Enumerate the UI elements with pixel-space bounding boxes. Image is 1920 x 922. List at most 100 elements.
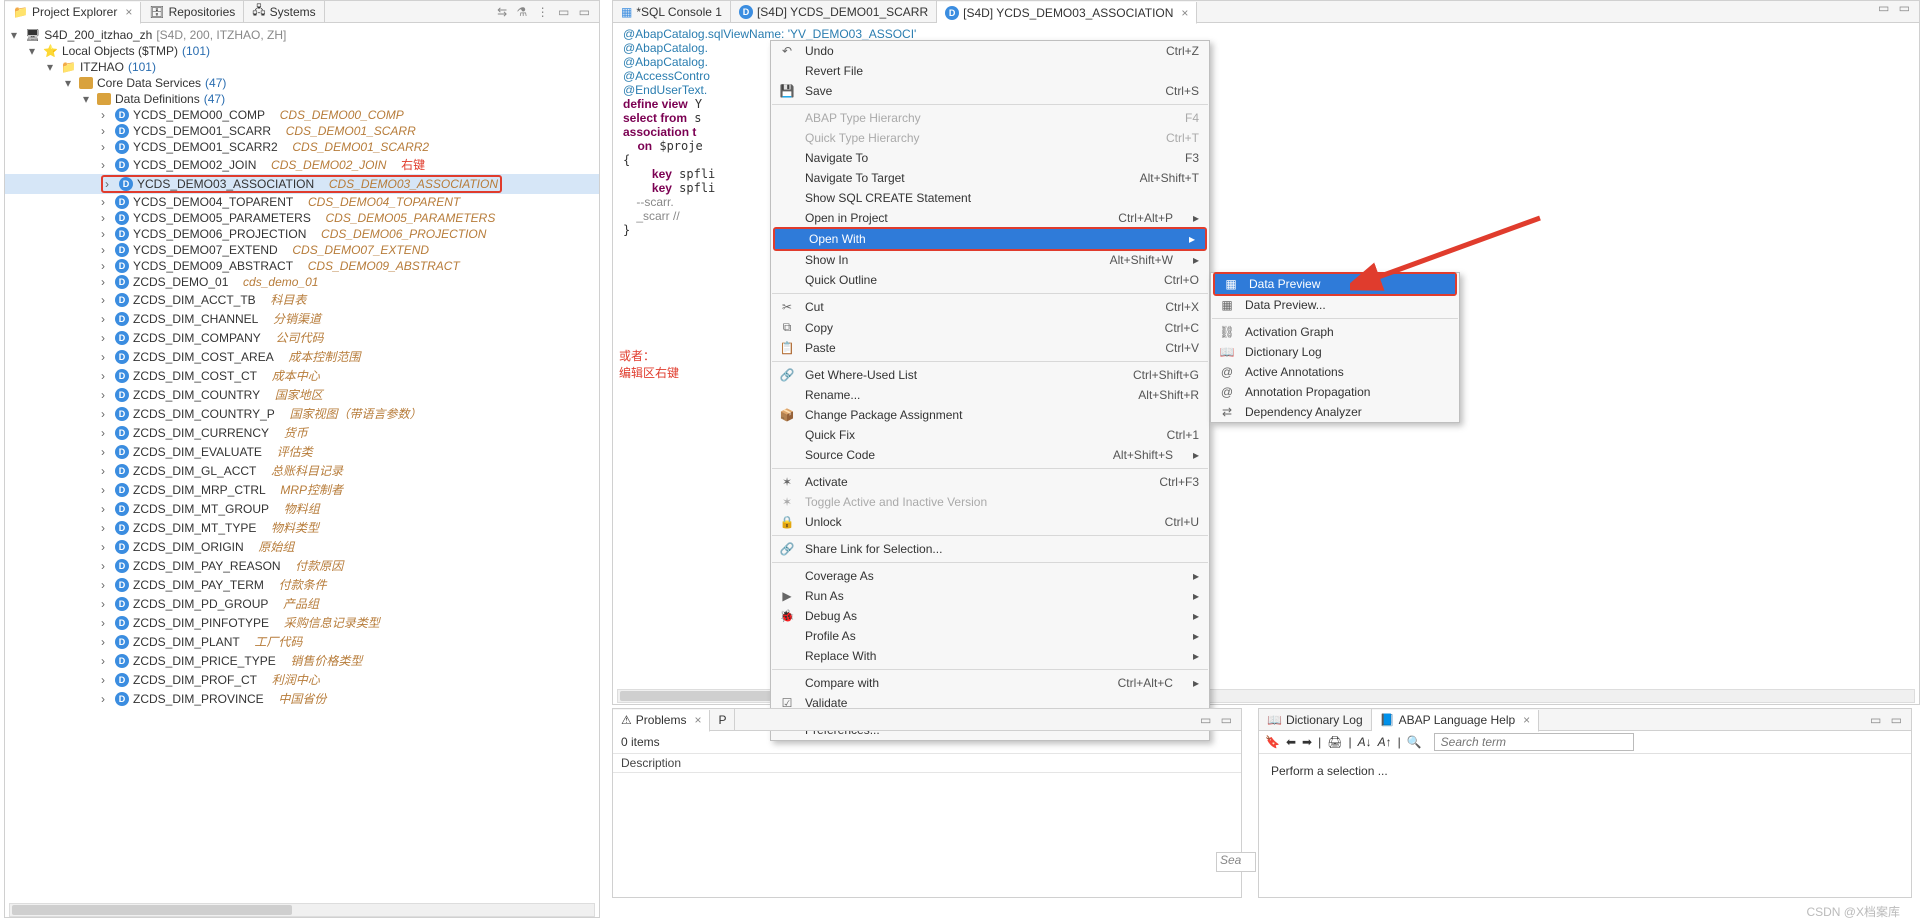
tree-row[interactable]: ›DYCDS_DEMO07_EXTEND CDS_DEMO07_EXTEND (5, 242, 599, 258)
ctx-item[interactable]: Revert File (771, 61, 1209, 81)
tree-row[interactable]: ▾🖥S4D_200_itzhao_zh [S4D, 200, ITZHAO, Z… (5, 27, 599, 43)
ctx-item[interactable]: ▶Run As▸ (771, 586, 1209, 606)
ctx-item[interactable]: Quick OutlineCtrl+O (771, 270, 1209, 290)
tab-p[interactable]: P (710, 709, 735, 731)
tree-row[interactable]: ›DZCDS_DIM_COMPANY 公司代码 (5, 328, 599, 347)
tree-row[interactable]: ▾⭐Local Objects ($TMP) (101) (5, 43, 599, 59)
font-smaller-icon[interactable]: A↓ (1358, 735, 1372, 749)
ctx-item[interactable]: Coverage As▸ (771, 566, 1209, 586)
problems-toolbar[interactable]: ▭ ▭ (1194, 713, 1241, 727)
tab-problems[interactable]: ⚠Problems× (613, 710, 710, 732)
ctx-item[interactable]: Quick FixCtrl+1 (771, 425, 1209, 445)
submenu-item[interactable]: ⇄Dependency Analyzer (1211, 402, 1459, 422)
tree-row[interactable]: ›DZCDS_DIM_MRP_CTRL MRP控制者 (5, 480, 599, 499)
ctx-item[interactable]: 🔒UnlockCtrl+U (771, 512, 1209, 532)
close-icon[interactable]: × (125, 5, 132, 19)
tree-row[interactable]: ›DZCDS_DIM_EVALUATE 评估类 (5, 442, 599, 461)
tree-row[interactable]: ▾📁ITZHAO (101) (5, 59, 599, 75)
ctx-item[interactable]: Rename...Alt+Shift+R (771, 385, 1209, 405)
tab-dictionary-log[interactable]: 📖Dictionary Log (1259, 709, 1372, 731)
ctx-item[interactable]: Show SQL CREATE Statement (771, 188, 1209, 208)
ctx-item[interactable]: ✶ActivateCtrl+F3 (771, 472, 1209, 492)
tree-row[interactable]: ›DZCDS_DIM_PD_GROUP 产品组 (5, 594, 599, 613)
submenu-item[interactable]: 📖Dictionary Log (1211, 342, 1459, 362)
tree-row[interactable]: ›DZCDS_DIM_COST_AREA 成本控制范围 (5, 347, 599, 366)
tree-row[interactable]: ›DZCDS_DIM_ORIGIN 原始组 (5, 537, 599, 556)
tab-abap-help[interactable]: 📘ABAP Language Help× (1372, 710, 1540, 732)
explorer-toolbar[interactable]: ⇆ ⚗ ⋮ ▭ ▭ (491, 5, 599, 19)
tree-row[interactable]: ›DYCDS_DEMO04_TOPARENT CDS_DEMO04_TOPARE… (5, 194, 599, 210)
help-toolbar[interactable]: ▭ ▭ (1864, 713, 1911, 727)
close-icon[interactable]: × (1523, 713, 1530, 727)
ctx-item[interactable]: Source CodeAlt+Shift+S▸ (771, 445, 1209, 465)
tree-row[interactable]: ›DZCDS_DIM_GL_ACCT 总账科目记录 (5, 461, 599, 480)
ctx-item[interactable]: Navigate ToF3 (771, 148, 1209, 168)
ctx-item[interactable]: Profile As▸ (771, 626, 1209, 646)
print-icon[interactable]: 🖨 (1327, 735, 1342, 749)
ctx-item[interactable]: Open in ProjectCtrl+Alt+P▸ (771, 208, 1209, 228)
tree-row[interactable]: ▾Data Definitions (47) (5, 91, 599, 107)
close-icon[interactable]: × (694, 713, 701, 727)
tree-row[interactable]: ›DZCDS_DIM_PROF_CT 利润中心 (5, 670, 599, 689)
tree-row[interactable]: ›DZCDS_DEMO_01 cds_demo_01 (5, 274, 599, 290)
tab-systems[interactable]: 🖧Systems (244, 1, 324, 23)
problems-column-header[interactable]: Description (613, 753, 1241, 773)
tree-row[interactable]: ›DYCDS_DEMO03_ASSOCIATION CDS_DEMO03_ASS… (5, 174, 599, 194)
submenu-item[interactable]: @Active Annotations (1211, 362, 1459, 382)
editor-toolbar[interactable]: ▭ ▭ (1872, 1, 1919, 22)
scrollbar-horizontal[interactable] (9, 903, 595, 917)
ctx-item[interactable]: ✂CutCtrl+X (771, 297, 1209, 317)
ctx-item[interactable]: 🔗Share Link for Selection... (771, 539, 1209, 559)
tab-project-explorer[interactable]: 📁Project Explorer× (5, 2, 141, 24)
submenu-item[interactable]: @Annotation Propagation (1211, 382, 1459, 402)
font-bigger-icon[interactable]: A↑ (1378, 735, 1392, 749)
tree-row[interactable]: ›DYCDS_DEMO09_ABSTRACT CDS_DEMO09_ABSTRA… (5, 258, 599, 274)
submenu-item[interactable]: ▦Data Preview (1215, 274, 1455, 294)
ctx-item[interactable]: 📋PasteCtrl+V (771, 338, 1209, 358)
tree-row[interactable]: ›DZCDS_DIM_PROVINCE 中国省份 (5, 689, 599, 708)
tree-row[interactable]: ›DZCDS_DIM_COUNTRY 国家地区 (5, 385, 599, 404)
ctx-item[interactable]: 💾SaveCtrl+S (771, 81, 1209, 101)
forward-icon[interactable]: ➡ (1302, 735, 1312, 749)
tab-sql-console[interactable]: ▦*SQL Console 1 (613, 1, 731, 23)
ctx-item[interactable]: Compare withCtrl+Alt+C▸ (771, 673, 1209, 693)
tree-row[interactable]: ›DYCDS_DEMO01_SCARR2 CDS_DEMO01_SCARR2 (5, 139, 599, 155)
ctx-item[interactable]: Show InAlt+Shift+W▸ (771, 250, 1209, 270)
tree-row[interactable]: ›DZCDS_DIM_PAY_TERM 付款条件 (5, 575, 599, 594)
tree-row[interactable]: ›DZCDS_DIM_COUNTRY_P 国家视图（带语言参数） (5, 404, 599, 423)
tree-row[interactable]: ›DYCDS_DEMO01_SCARR CDS_DEMO01_SCARR (5, 123, 599, 139)
ctx-item[interactable]: ↶UndoCtrl+Z (771, 41, 1209, 61)
ctx-item[interactable]: Replace With▸ (771, 646, 1209, 666)
submenu-item[interactable]: ⛓Activation Graph (1211, 322, 1459, 342)
back-icon[interactable]: ⬅ (1286, 735, 1296, 749)
close-icon[interactable]: × (1181, 6, 1188, 20)
tree-row[interactable]: ›DYCDS_DEMO02_JOIN CDS_DEMO02_JOIN 右键 (5, 155, 599, 174)
bookmark-icon[interactable]: 🔖 (1265, 735, 1280, 749)
search-sliver[interactable]: Sea (1216, 852, 1256, 872)
tree-row[interactable]: ›DYCDS_DEMO00_COMP CDS_DEMO00_COMP (5, 107, 599, 123)
tree-row[interactable]: ›DZCDS_DIM_PLANT 工厂代码 (5, 632, 599, 651)
tree-row[interactable]: ›DZCDS_DIM_MT_GROUP 物料组 (5, 499, 599, 518)
ctx-item[interactable]: 🐞Debug As▸ (771, 606, 1209, 626)
ctx-item[interactable]: 📦Change Package Assignment (771, 405, 1209, 425)
submenu-item[interactable]: ▦Data Preview... (1211, 295, 1459, 315)
help-search-input[interactable] (1434, 733, 1634, 751)
ctx-item[interactable]: 🔗Get Where-Used ListCtrl+Shift+G (771, 365, 1209, 385)
tree-row[interactable]: ›DZCDS_DIM_PINFOTYPE 采购信息记录类型 (5, 613, 599, 632)
tree-row[interactable]: ›DZCDS_DIM_CHANNEL 分销渠道 (5, 309, 599, 328)
tab-demo01[interactable]: D[S4D] YCDS_DEMO01_SCARR (731, 1, 937, 23)
tree-row[interactable]: ›DZCDS_DIM_CURRENCY 货币 (5, 423, 599, 442)
tree-row[interactable]: ›DYCDS_DEMO05_PARAMETERS CDS_DEMO05_PARA… (5, 210, 599, 226)
ctx-item[interactable]: ⧉CopyCtrl+C (771, 317, 1209, 338)
tab-repositories[interactable]: 🗄Repositories (141, 1, 244, 23)
tree-row[interactable]: ›DYCDS_DEMO06_PROJECTION CDS_DEMO06_PROJ… (5, 226, 599, 242)
tree-row[interactable]: ›DZCDS_DIM_PRICE_TYPE 销售价格类型 (5, 651, 599, 670)
ctx-item[interactable]: Navigate To TargetAlt+Shift+T (771, 168, 1209, 188)
ctx-item[interactable]: Open With▸ (775, 229, 1205, 249)
tree-row[interactable]: ▾Core Data Services (47) (5, 75, 599, 91)
tab-demo03[interactable]: D[S4D] YCDS_DEMO03_ASSOCIATION× (937, 2, 1197, 24)
explorer-tree[interactable]: ▾🖥S4D_200_itzhao_zh [S4D, 200, ITZHAO, Z… (5, 23, 599, 917)
tree-row[interactable]: ›DZCDS_DIM_PAY_REASON 付款原因 (5, 556, 599, 575)
tree-row[interactable]: ›DZCDS_DIM_MT_TYPE 物料类型 (5, 518, 599, 537)
tree-row[interactable]: ›DZCDS_DIM_COST_CT 成本中心 (5, 366, 599, 385)
